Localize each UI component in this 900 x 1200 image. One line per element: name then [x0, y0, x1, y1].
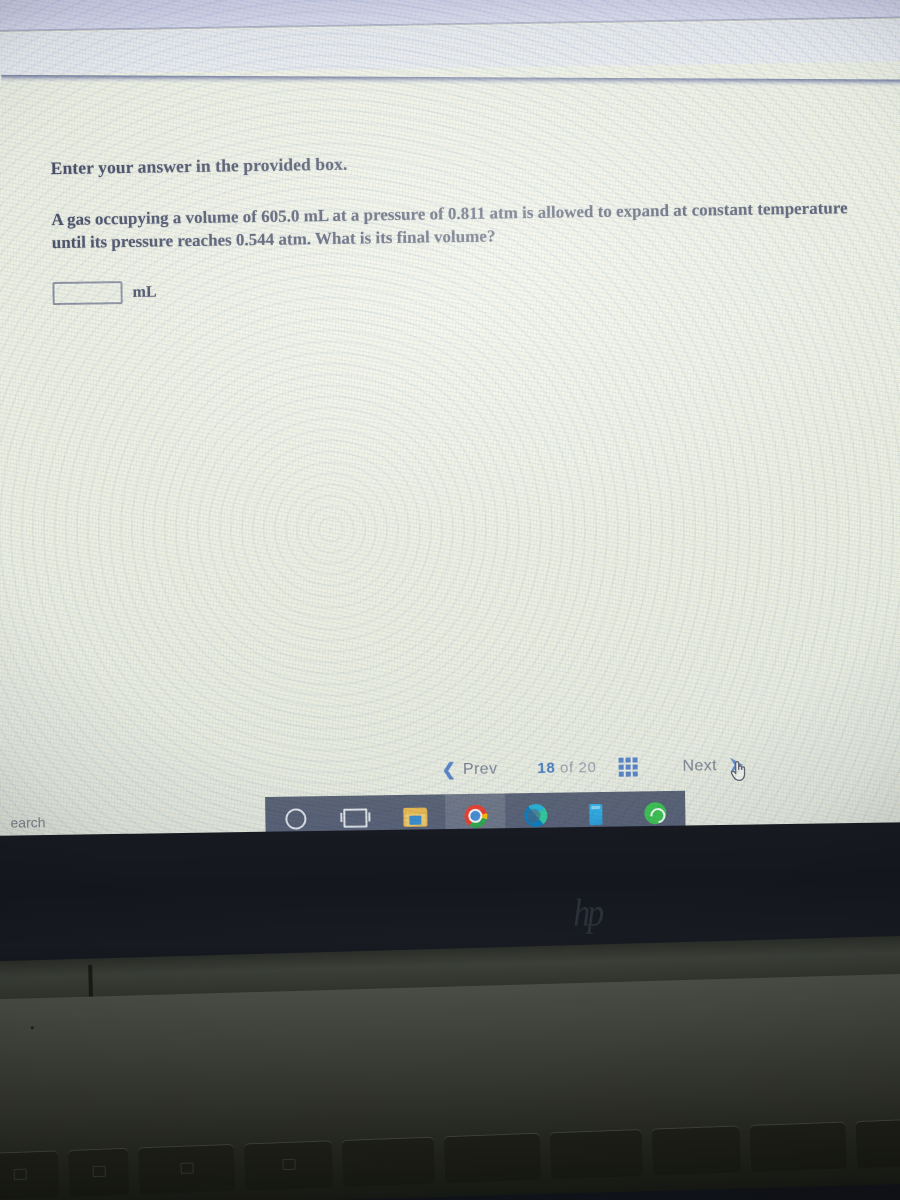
pointing-hand-cursor: [729, 758, 749, 782]
pager-count: 18 of 20: [537, 759, 596, 777]
pager-total: 20: [578, 759, 597, 777]
prev-button[interactable]: ❮ Prev: [442, 760, 498, 779]
moire-pattern-c: [0, 0, 900, 870]
moire-pattern-a: [0, 0, 900, 870]
task-view-icon: [343, 807, 368, 828]
question-content: Enter your answer in the provided box. A…: [51, 146, 883, 306]
keyboard-key[interactable]: [137, 1144, 236, 1195]
answer-row: mL: [52, 270, 882, 306]
keyboard-key[interactable]: [651, 1126, 742, 1176]
moire-pattern-b: [0, 0, 900, 870]
file-explorer-icon: [403, 807, 428, 827]
edge-icon: [523, 803, 548, 827]
keyboard-key[interactable]: [67, 1148, 130, 1198]
whatsapp-icon: [644, 802, 667, 825]
chrome-icon: [463, 804, 488, 828]
keyboard-key[interactable]: [549, 1130, 644, 1180]
taskbar-search-text[interactable]: earch: [10, 814, 45, 831]
pager-of-label: of: [559, 759, 574, 777]
prev-button-label: Prev: [462, 760, 498, 778]
next-button-label: Next: [682, 756, 718, 775]
question-instruction: Enter your answer in the provided box.: [50, 153, 348, 179]
answer-input[interactable]: [52, 281, 123, 306]
chevron-left-icon: ❮: [441, 760, 457, 780]
keyboard-key[interactable]: [443, 1133, 542, 1184]
blue-app-icon: [588, 803, 603, 825]
keyboard-key[interactable]: [855, 1118, 900, 1169]
keyboard-key[interactable]: [341, 1137, 436, 1187]
photograph-of-laptop: Enter your answer in the provided box. A…: [0, 0, 900, 1200]
moire-pattern-d: [0, 0, 900, 870]
screen-surface: Enter your answer in the provided box. A…: [0, 0, 900, 870]
laptop-screen: Enter your answer in the provided box. A…: [0, 0, 900, 870]
answer-unit-label: mL: [132, 283, 157, 301]
next-button[interactable]: Next: [682, 756, 746, 781]
deck-speck: [30, 1026, 34, 1030]
screen-glare: [0, 0, 900, 870]
screen-vignette: [0, 0, 900, 870]
hp-logo: hp: [572, 891, 602, 935]
question-pager: ❮ Prev 18 of 20 Next: [442, 756, 746, 781]
cortana-icon: [284, 807, 307, 830]
grid-3x3-icon[interactable]: [618, 757, 638, 777]
keyboard-key[interactable]: [243, 1141, 334, 1191]
pager-current: 18: [537, 759, 556, 777]
page-top-shadow: [1, 74, 900, 87]
keyboard-key[interactable]: [0, 1151, 60, 1200]
keyboard-key[interactable]: [749, 1122, 848, 1173]
question-prompt: A gas occupying a volume of 605.0 mL at …: [51, 198, 848, 252]
